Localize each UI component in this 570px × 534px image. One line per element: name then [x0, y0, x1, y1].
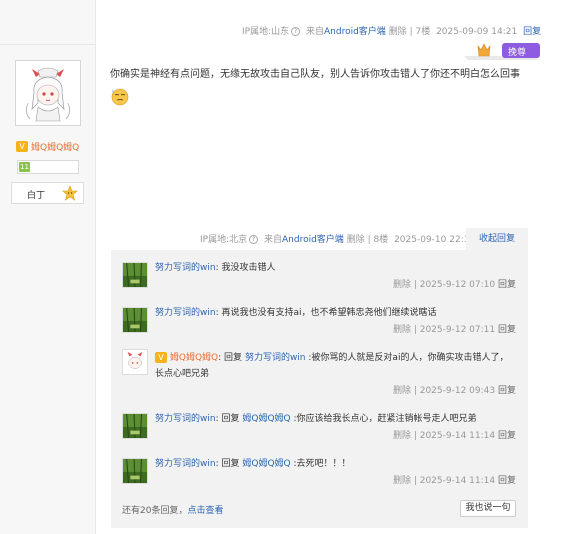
reply-target[interactable]: 姆Q姆Q姆Q — [242, 459, 290, 469]
reply-delete-time[interactable]: 删除 | 2025-9-12 07:11 — [393, 325, 495, 335]
reply-meta: 删除 | 2025-9-12 07:11 回复 — [393, 322, 516, 335]
avatar[interactable] — [122, 413, 148, 439]
reply-text-line: 努力写词的win: 回复 姆Q姆Q姆Q :去死吧！！！ — [155, 459, 351, 469]
post-time: 2025-09-10 22:17 — [394, 235, 476, 245]
forest-avatar-image — [123, 262, 147, 288]
rank-label: 白丁 — [27, 191, 46, 201]
ip-location: IP属地:北京 — [200, 235, 248, 245]
anime-avatar-image — [123, 350, 147, 374]
reply-link[interactable]: 回复 — [498, 431, 516, 441]
reply-text: :去死吧！！！ — [293, 459, 351, 469]
say-something-button[interactable]: 我也说一句 — [460, 500, 516, 517]
star-icon — [62, 185, 78, 201]
username[interactable]: 姆Q姆Q姆Q — [31, 140, 79, 153]
forest-avatar-image — [123, 413, 147, 439]
help-icon[interactable]: ? — [291, 27, 301, 36]
sidebar-divider — [0, 44, 96, 45]
reply-text: :你应该给我长点心，赶紧注销帐号走人吧兄弟 — [293, 414, 477, 424]
reply-delete-time[interactable]: 删除 | 2025-9-14 11:14 — [393, 476, 495, 486]
source-prefix: 来自 — [306, 27, 325, 37]
floor-number: 8楼 — [373, 235, 389, 245]
vip-icon: V — [16, 141, 28, 152]
reply-text-line: 努力写词的win: 我没攻击错人 — [155, 263, 276, 273]
post-meta-floor8: IP属地:北京? 来自Android客户端 删除 | 8楼 2025-09-10… — [200, 235, 476, 245]
collapse-replies-button[interactable]: 收起回复 — [466, 228, 528, 250]
reply-list: 努力写词的win: 我没攻击错人 删除 | 2025-9-12 07:10 回复… — [111, 250, 528, 528]
delete-link[interactable]: 删除 — [347, 235, 365, 245]
reply-text-line: 努力写词的win: 回复 姆Q姆Q姆Q :你应该给我长点心，赶紧注销帐号走人吧兄… — [155, 414, 477, 424]
level-icon: 11 — [19, 162, 30, 172]
crown-badge-icon — [464, 43, 540, 60]
help-icon[interactable]: ? — [249, 235, 259, 244]
rank-box: 白丁 — [11, 182, 84, 204]
zan-badge[interactable]: 挽尊 — [462, 40, 542, 62]
reply-word: 回复 — [221, 414, 240, 424]
reply-text-line: V 姆Q姆Q姆Q: 回复 努力写词的win :被你骂的人就是反对ai的人，你确实… — [155, 352, 509, 379]
source-link[interactable]: Android客户端 — [324, 27, 386, 37]
floor-number: 7楼 — [415, 27, 431, 37]
forest-avatar-image — [123, 458, 147, 484]
reply-link[interactable]: 回复 — [523, 27, 541, 37]
reply-author[interactable]: 努力写词的win — [155, 263, 216, 273]
reply-delete-time[interactable]: 删除 | 2025-9-12 09:43 — [393, 386, 495, 396]
ip-location: IP属地:山东 — [242, 27, 290, 37]
delete-link[interactable]: 删除 — [389, 27, 407, 37]
more-replies: 还有20条回复，点击查看 — [122, 503, 223, 516]
reply-text: 再说我也没有支持ai，也不希望韩忠尧他们继续说瞎话 — [221, 308, 437, 318]
reply-text-line: 努力写词的win: 再说我也没有支持ai，也不希望韩忠尧他们继续说瞎话 — [155, 308, 437, 318]
reply-link[interactable]: 回复 — [498, 280, 516, 290]
avatar[interactable] — [15, 60, 81, 126]
post-text: 你确实是神经有点问题，无缘无故攻击自己队友，别人告诉你攻击错人了你还不明白怎么回… — [110, 69, 520, 80]
source-link[interactable]: Android客户端 — [282, 235, 344, 245]
author-sidebar: V 姆Q姆Q姆Q 11 白丁 — [0, 0, 96, 534]
reply-link[interactable]: 回复 — [498, 325, 516, 335]
view-more-link[interactable]: 点击查看 — [187, 506, 223, 516]
avatar[interactable] — [122, 262, 148, 288]
post-time: 2025-09-09 14:21 — [436, 27, 518, 37]
reply-meta: 删除 | 2025-9-14 11:14 回复 — [393, 473, 516, 486]
badge-label: 挽尊 — [508, 48, 527, 58]
reply-delete-time[interactable]: 删除 | 2025-9-14 11:14 — [393, 431, 495, 441]
username-row[interactable]: V 姆Q姆Q姆Q — [16, 140, 79, 153]
vip-icon: V — [155, 352, 167, 363]
reply-meta: 删除 | 2025-9-14 11:14 回复 — [393, 428, 516, 441]
reply-meta: 删除 | 2025-9-12 07:10 回复 — [393, 277, 516, 290]
reply-author[interactable]: 姆Q姆Q姆Q — [170, 353, 218, 363]
avatar[interactable] — [122, 307, 148, 333]
avatar[interactable] — [122, 349, 148, 375]
reply-target[interactable]: 努力写词的win — [245, 353, 306, 363]
level-bar: 11 — [17, 160, 79, 174]
reply-author[interactable]: 努力写词的win — [155, 308, 216, 318]
avatar[interactable] — [122, 458, 148, 484]
reply-author[interactable]: 努力写词的win — [155, 414, 216, 424]
reply-word: 回复 — [221, 459, 240, 469]
reply-meta: 删除 | 2025-9-12 09:43 回复 — [393, 383, 516, 396]
sweat-emoji-icon — [111, 88, 129, 106]
more-replies-text: 还有20条回复， — [122, 506, 188, 516]
reply-link[interactable]: 回复 — [498, 386, 516, 396]
reply-target[interactable]: 姆Q姆Q姆Q — [242, 414, 290, 424]
anime-avatar-image — [18, 63, 78, 123]
post-meta-top: IP属地:山东? 来自Android客户端 删除 | 7楼 2025-09-09… — [242, 27, 542, 37]
forest-avatar-image — [123, 307, 147, 333]
reply-author[interactable]: 努力写词的win — [155, 459, 216, 469]
post-content: 你确实是神经有点问题，无缘无故攻击自己队友，别人告诉你攻击错人了你还不明白怎么回… — [110, 64, 525, 108]
reply-link[interactable]: 回复 — [498, 476, 516, 486]
source-prefix: 来自 — [264, 235, 283, 245]
reply-word: 回复 — [224, 353, 243, 363]
reply-delete-time[interactable]: 删除 | 2025-9-12 07:10 — [393, 280, 495, 290]
reply-text: 我没攻击错人 — [221, 263, 276, 273]
